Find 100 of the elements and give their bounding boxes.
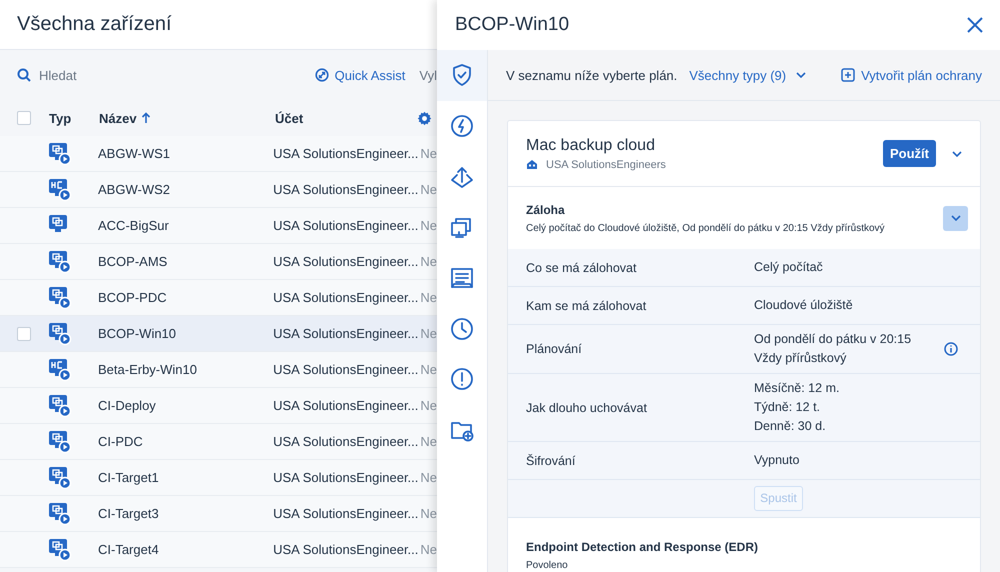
- table-cell: Ne: [420, 470, 437, 485]
- setting-value: Celý počítač: [754, 259, 824, 276]
- virtual-machine-icon: [48, 502, 72, 526]
- section-status: Povoleno: [526, 560, 569, 571]
- account-cell-text: USA SolutionsEngineer...: [273, 362, 420, 377]
- alert-icon: [450, 367, 474, 392]
- setting-value: Vypnuto: [754, 452, 800, 469]
- setting-label: Jak dlouho uchovávat: [526, 400, 648, 414]
- virtual-machine-icon: [48, 394, 72, 418]
- chevron-down-icon: [950, 215, 960, 221]
- setting-value: Cloudové úložiště: [754, 297, 854, 314]
- select-all-checkbox[interactable]: [17, 111, 31, 125]
- shield-tab[interactable]: [437, 50, 487, 101]
- device-name: BCOP-Win10: [98, 326, 178, 341]
- section-summary: Celý počítač do Cloudové úložiště, Od pondělí do pátku v 20:15 Vždy přírůstkový: [526, 222, 886, 234]
- upload-icon: [450, 164, 474, 189]
- sort-arrow-icon: [140, 112, 151, 124]
- device-name: ABGW-WS1: [98, 146, 171, 161]
- virtual-machine-icon: [48, 250, 72, 274]
- plan-type-filter[interactable]: Všechny typy (9): [689, 68, 806, 82]
- quick-assist-button[interactable]: Quick Assist: [314, 68, 406, 82]
- plan-name: Mac backup cloud: [526, 136, 656, 154]
- device-name: BCOP-AMS: [98, 254, 168, 269]
- create-plan-link[interactable]: Vytvořit plán ochrany: [841, 68, 982, 82]
- table-cell: Ne: [420, 182, 437, 197]
- device-name: CI-Deploy: [98, 398, 157, 413]
- account-cell-text: USA SolutionsEngineer...: [273, 542, 420, 557]
- virtual-machine-icon: [48, 286, 72, 310]
- chevron-down-icon: [796, 72, 806, 78]
- server-play-icon: [48, 178, 72, 202]
- search-icon: [17, 68, 31, 82]
- info-icon[interactable]: [944, 342, 958, 356]
- page-title: Všechna zařízení: [17, 13, 172, 36]
- table-cell: Ne: [420, 434, 437, 449]
- account-cell-text: USA SolutionsEngineer...: [273, 254, 420, 269]
- device-name: BCOP-PDC: [98, 290, 168, 305]
- document-icon: [450, 266, 474, 290]
- setting-label: Plánování: [526, 342, 583, 356]
- device-name: ABGW-WS2: [98, 182, 171, 197]
- table-cell: Ne: [420, 326, 437, 341]
- setting-value: Týdně: 12 t.: [754, 399, 822, 416]
- account-cell-text: USA SolutionsEngineer...: [273, 470, 420, 485]
- instruction-text: V seznamu níže vyberte plán.: [506, 68, 678, 82]
- close-icon[interactable]: [967, 17, 983, 33]
- settings-icon[interactable]: [417, 110, 432, 126]
- section-title: Záloha: [526, 202, 566, 216]
- device-name: ACC-BigSur: [98, 218, 170, 233]
- device-name: CI-Target4: [98, 542, 160, 557]
- table-cell: Ne: [420, 542, 437, 557]
- account-cell-text: USA SolutionsEngineer...: [273, 326, 420, 341]
- plus-square-icon: [841, 68, 856, 82]
- server-play-icon: [48, 358, 72, 382]
- column-header[interactable]: Název: [99, 110, 275, 126]
- account-cell-text: USA SolutionsEngineer...: [273, 218, 420, 233]
- expand-toggle[interactable]: [943, 206, 968, 230]
- search-field[interactable]: Hledat: [37, 66, 241, 84]
- owner-name: USA SolutionsEngineers: [546, 158, 666, 170]
- table-cell: Ne: [420, 254, 437, 269]
- device-name: CI-PDC: [98, 434, 144, 449]
- setting-value: Od pondělí do pátku v 20:15 Vždy přírůstkový: [754, 331, 912, 367]
- device-name: CI-Target1: [98, 470, 160, 485]
- column-header[interactable]: Účet: [275, 110, 415, 126]
- building-icon: [526, 159, 538, 170]
- account-cell-text: USA SolutionsEngineer...: [273, 182, 420, 197]
- quick-assist-icon: [314, 68, 329, 82]
- setting-value: Denně: 30 d.: [754, 418, 827, 435]
- device-name: CI-Target3: [98, 506, 160, 521]
- column-header[interactable]: Typ: [49, 110, 99, 126]
- table-cell: Ne: [420, 146, 437, 161]
- virtual-machine-icon: [48, 430, 72, 454]
- clock-icon: [450, 316, 474, 341]
- table-cell: Ne: [420, 362, 437, 377]
- account-cell-text: USA SolutionsEngineer...: [273, 290, 420, 305]
- table-row[interactable]: BCOP-Win10 USA SolutionsEngineer...Ne: [0, 316, 437, 352]
- toolbar-button-label[interactable]: Vyl: [419, 68, 437, 82]
- account-cell-text: USA SolutionsEngineer...: [273, 506, 420, 521]
- virtual-machine-icon: [48, 466, 72, 490]
- setting-value: Měsíčně: 12 m.: [754, 380, 840, 397]
- virtual-machine-icon: [48, 322, 72, 346]
- account-cell-text: USA SolutionsEngineer...: [273, 434, 420, 449]
- apply-button[interactable]: Použít: [883, 140, 936, 167]
- bolt-icon: [450, 114, 474, 138]
- shield-icon: [450, 63, 474, 88]
- setting-label: Šifrování: [526, 454, 576, 468]
- virtual-machine-icon: [48, 538, 72, 562]
- account-cell-text: USA SolutionsEngineer...: [273, 146, 420, 161]
- panel-title: BCOP-Win10: [455, 14, 570, 36]
- table-cell: Ne: [420, 506, 437, 521]
- account-cell-text: USA SolutionsEngineer...: [273, 398, 420, 413]
- setting-label: Co se má zálohovat: [526, 260, 638, 274]
- table-cell: Ne: [420, 290, 437, 305]
- windows-icon: [450, 215, 474, 240]
- setting-label: Kam se má zálohovat: [526, 298, 648, 312]
- virtual-machine-icon: [48, 142, 72, 166]
- device-name: Beta-Erby-Win10: [98, 362, 198, 377]
- row-checkbox[interactable]: [17, 326, 31, 340]
- chevron-down-icon[interactable]: [952, 150, 962, 156]
- table-cell: Ne: [420, 398, 437, 413]
- table-cell: Ne: [420, 218, 437, 233]
- section-title: Endpoint Detection and Response (EDR): [526, 540, 760, 554]
